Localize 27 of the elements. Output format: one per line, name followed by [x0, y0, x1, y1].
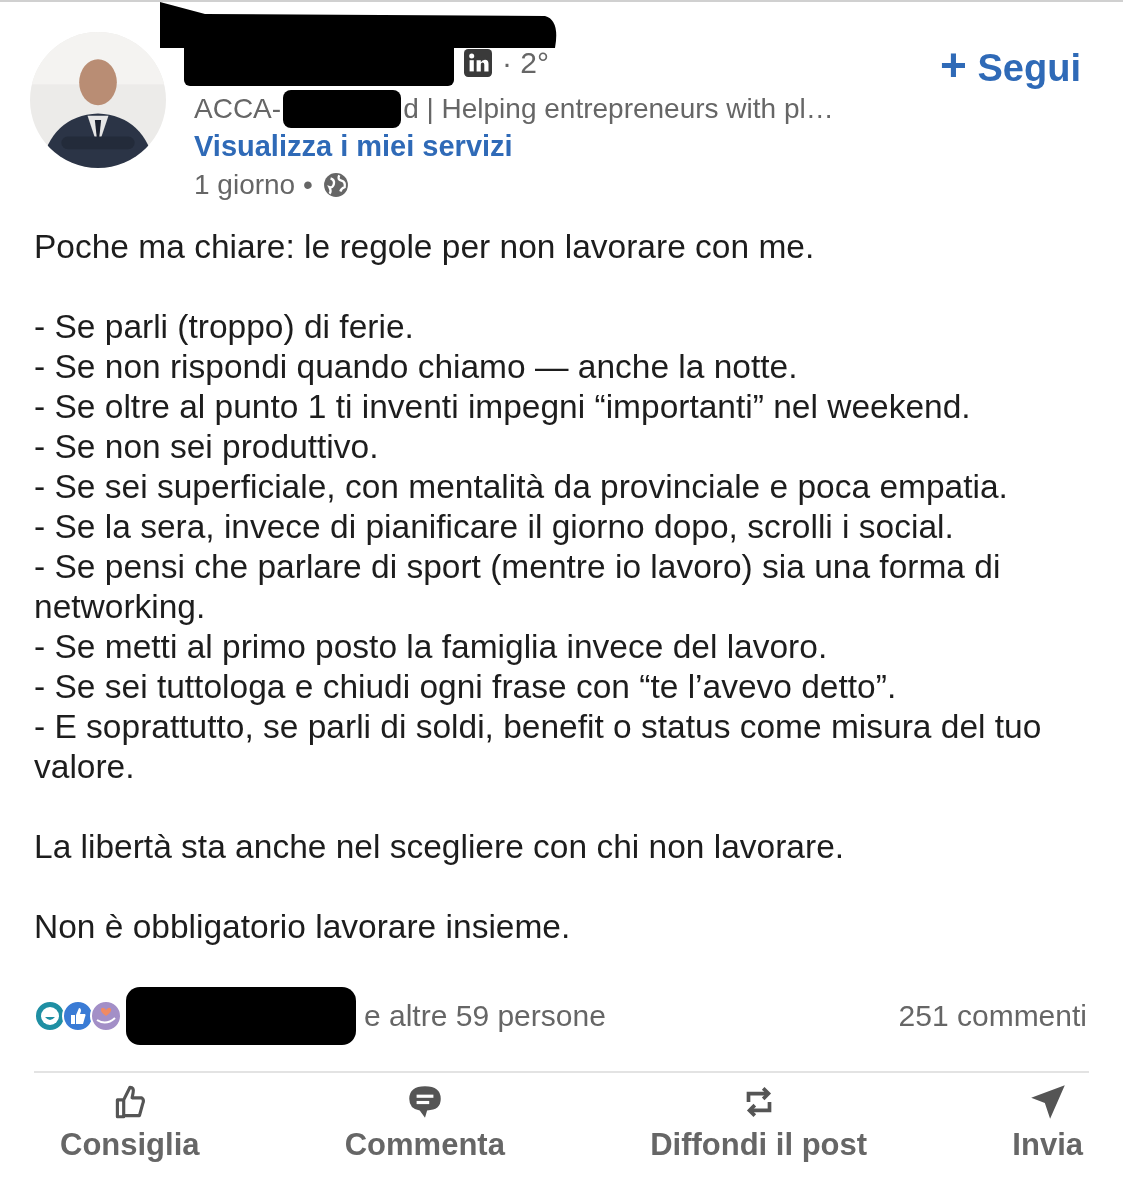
- list-item: - Se non sei produttivo.: [34, 427, 380, 467]
- post-text: Non è obbligatorio lavorare insieme.: [34, 907, 572, 947]
- comment-button[interactable]: Commenta: [344, 1081, 505, 1163]
- list-item: - Se sei superficiale, con mentalità da provinciale e poca empatia.: [34, 467, 1009, 507]
- globe-icon: [322, 172, 349, 198]
- comment-count[interactable]: 251 commenti: [898, 999, 1087, 1033]
- list-item: - Se pensi che parlare di sport (mentre io lavoro) sia una forma di networking.: [34, 547, 1002, 627]
- list-item: - Se sei tuttologa e chiudi ogni frase con “te l’avevo detto”.: [34, 667, 898, 707]
- list-item: - Se parli (troppo) di ferie.: [34, 307, 415, 347]
- send-button[interactable]: Invia: [1012, 1081, 1083, 1163]
- connection-degree: · 2°: [502, 46, 549, 80]
- follow-button[interactable]: + Segui: [940, 38, 1081, 92]
- list-item: - E soprattutto, se parli di soldi, benefit o status come misura del tuo valore.: [34, 707, 1043, 787]
- list-item: - Se la sera, invece di pianificare il giorno dopo, scrolli i social.: [34, 507, 955, 547]
- reaction-count[interactable]: e altre 59 persone: [364, 999, 606, 1033]
- list-item: - Se oltre al punto 1 ti inventi impegni “importanti” nel weekend.: [34, 387, 972, 427]
- like-button[interactable]: Consiglia: [60, 1081, 200, 1163]
- list-item: - Se non rispondi quando chiamo — anche la notte.: [34, 347, 799, 387]
- post-text: La libertà sta anche nel scegliere con chi non lavorare.: [34, 827, 846, 867]
- services-link[interactable]: Visualizza i miei servizi: [194, 130, 913, 163]
- post-time: 1 giorno •: [194, 169, 313, 201]
- post-text: Poche ma chiare: le regole per non lavorare con me.: [34, 227, 816, 267]
- headline-text: ACCA-: [194, 93, 282, 125]
- badge-icon: [464, 49, 492, 77]
- list-item: - Se metti al primo posto la famiglia invece del lavoro.: [34, 627, 829, 667]
- repost-button[interactable]: Diffondi il post: [650, 1081, 868, 1163]
- headline-text: d | Helping entrepreneurs with pl…: [403, 93, 834, 125]
